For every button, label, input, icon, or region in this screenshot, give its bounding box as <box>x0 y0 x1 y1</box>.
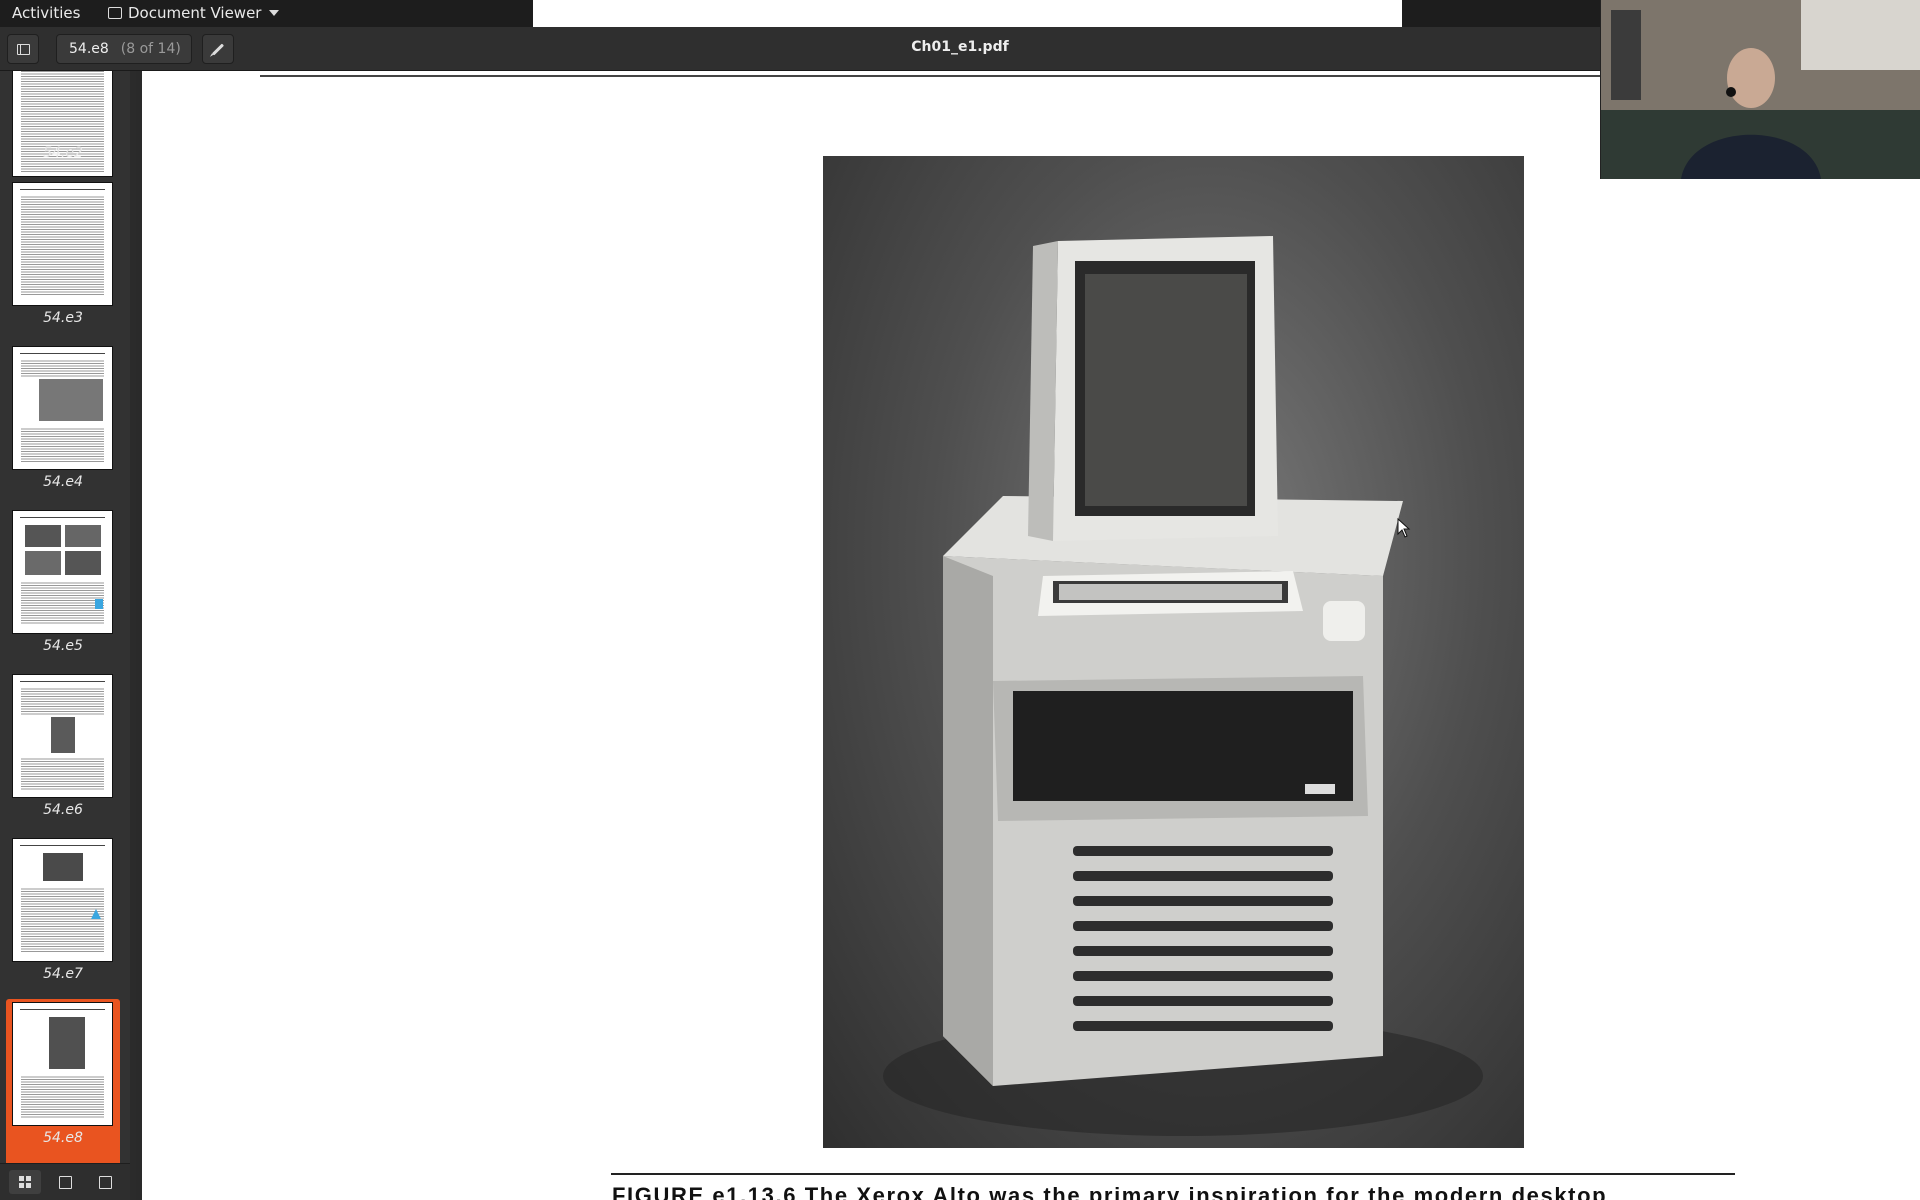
thumbnail-label: 54.e3 <box>43 310 83 326</box>
thumbnail-text <box>21 581 104 625</box>
page-number-entry[interactable]: 54.e8 (8 of 14) <box>56 34 192 64</box>
thumbnail-text <box>21 687 104 715</box>
thumbnail-text <box>21 887 104 953</box>
thumbnail-header-line <box>20 517 105 518</box>
document-view[interactable]: FIGURE e1.13.6 The Xerox Alto was the pr… <box>142 71 1920 1200</box>
annotations-tab[interactable] <box>49 1170 81 1194</box>
thumbnail-header-line <box>20 189 105 190</box>
page-thumbnail-selected[interactable] <box>12 1002 113 1126</box>
annotation-icon <box>58 1175 72 1189</box>
thumbnail-text <box>21 427 104 463</box>
thumbnail-label: 54.e7 <box>43 966 83 982</box>
thumbnail-label: 54.e8 <box>43 1130 83 1146</box>
thumbnail-image <box>25 525 61 547</box>
figure-caption: FIGURE e1.13.6 The Xerox Alto was the pr… <box>612 1183 1608 1200</box>
thumbnail-image <box>49 1017 85 1069</box>
thumbnail-figure-mark <box>95 599 103 609</box>
mouse-cursor-icon <box>1397 518 1411 538</box>
page-thumbnail[interactable] <box>12 838 113 962</box>
thumbnail-sidebar[interactable]: 54.e2 54.e3 54.e4 54.e5 54.e6 54.e7 54.e… <box>0 71 130 1200</box>
page-label: 54.e8 <box>69 41 109 57</box>
page-count: (8 of 14) <box>120 41 181 57</box>
thumbnail-text <box>21 757 104 791</box>
app-menu-label: Document Viewer <box>128 4 262 22</box>
thumbnail-header-line <box>20 681 105 682</box>
chevron-down-icon <box>269 10 280 16</box>
thumbnail-label: 54.e5 <box>43 638 83 654</box>
thumbnail-image <box>39 379 103 421</box>
thumbnail-header-line <box>20 1009 105 1010</box>
caption-rule <box>611 1173 1735 1175</box>
thumbnail-image <box>51 717 75 753</box>
xerox-alto-photo <box>823 156 1524 1148</box>
thumbnail-image <box>25 551 61 575</box>
xerox-alto-illustration <box>883 236 1483 1136</box>
page-thumbnail[interactable] <box>12 346 113 470</box>
thumbnail-label: 54.e4 <box>43 474 83 490</box>
activities-button[interactable]: Activities <box>12 4 80 22</box>
thumbnail-label: 54.e2 <box>43 145 83 161</box>
annotate-button[interactable] <box>202 34 234 64</box>
page-thumbnail[interactable] <box>12 510 113 634</box>
thumbnails-tab[interactable] <box>9 1170 41 1194</box>
presenter-video <box>1601 0 1920 179</box>
bookmark-icon <box>98 1175 112 1189</box>
thumbnail-label: 54.e6 <box>43 802 83 818</box>
sidebar-toggle-icon <box>16 43 30 55</box>
thumbnail-image <box>65 551 101 575</box>
thumbnail-header-line <box>20 845 105 846</box>
thumbnail-header-line <box>20 353 105 354</box>
grid-icon <box>19 1176 31 1188</box>
page-thumbnail[interactable] <box>12 71 113 177</box>
thumbnail-text <box>21 195 104 295</box>
page-thumbnail[interactable] <box>12 674 113 798</box>
thumbnail-image <box>43 853 83 881</box>
thumbnail-image <box>65 525 101 547</box>
screen-share-banner <box>533 0 1402 27</box>
pencil-icon <box>211 42 225 56</box>
sidebar-tab-bar <box>0 1163 130 1200</box>
app-menu[interactable]: Document Viewer <box>108 4 280 22</box>
page-thumbnail[interactable] <box>12 182 113 306</box>
sidebar-toggle-button[interactable] <box>7 34 39 64</box>
thumbnail-text <box>21 359 104 377</box>
thumbnail-text <box>21 1075 104 1119</box>
bookmarks-tab[interactable] <box>89 1170 121 1194</box>
webcam-overlay <box>1600 0 1920 179</box>
document-viewer-icon <box>108 7 122 19</box>
